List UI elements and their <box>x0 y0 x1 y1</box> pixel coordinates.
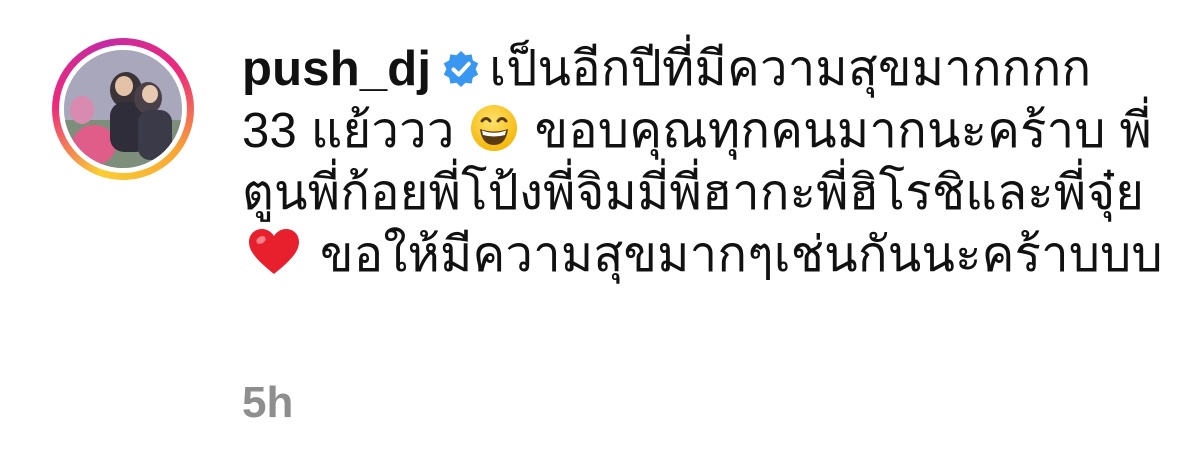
comment-line-3: ตูนพี่ก้อยพี่โป้งพี่จิมมี่พี่ฮากะพี่ฮิโร… <box>242 162 1182 224</box>
story-ring[interactable] <box>52 38 194 180</box>
comment-line-1: push_dj เป็นอีกปีที่มีความสุขมากกกก <box>242 38 1182 100</box>
comment-text-segment: 33 แย้ววว <box>242 104 455 158</box>
comment: push_dj เป็นอีกปีที่มีความสุขมากกกก 33 แ… <box>52 38 1182 438</box>
verified-badge-icon <box>444 51 479 87</box>
comment-text-segment: ตูนพี่ก้อยพี่โป้งพี่จิมมี่พี่ฮากะพี่ฮิโร… <box>242 166 1145 220</box>
comment-text-segment: ขอบคุณทุกคนมากนะคร้าบ พี่ <box>534 104 1152 158</box>
comment-text-segment: เป็นอีกปีที่มีความสุขมากกกก <box>489 42 1092 96</box>
avatar-photo <box>64 50 182 168</box>
comment-line-2: 33 แย้ววว ขอบคุณทุกคนมากนะคร้าบ พี่ <box>242 100 1182 162</box>
username-link[interactable]: push_dj <box>242 42 431 96</box>
red-heart-emoji <box>249 229 299 274</box>
avatar[interactable] <box>64 50 182 168</box>
timestamp[interactable]: 5h <box>242 378 293 428</box>
comment-body: push_dj เป็นอีกปีที่มีความสุขมากกกก 33 แ… <box>242 38 1182 427</box>
grinning-face-emoji <box>470 105 517 151</box>
comment-text: push_dj เป็นอีกปีที่มีความสุขมากกกก 33 แ… <box>242 38 1182 286</box>
comment-text-segment: ขอให้มีความสุขมากๆเช่นกันนะคร้าบบบ <box>320 228 1163 282</box>
comment-line-4: ขอให้มีความสุขมากๆเช่นกันนะคร้าบบบ <box>242 224 1182 286</box>
